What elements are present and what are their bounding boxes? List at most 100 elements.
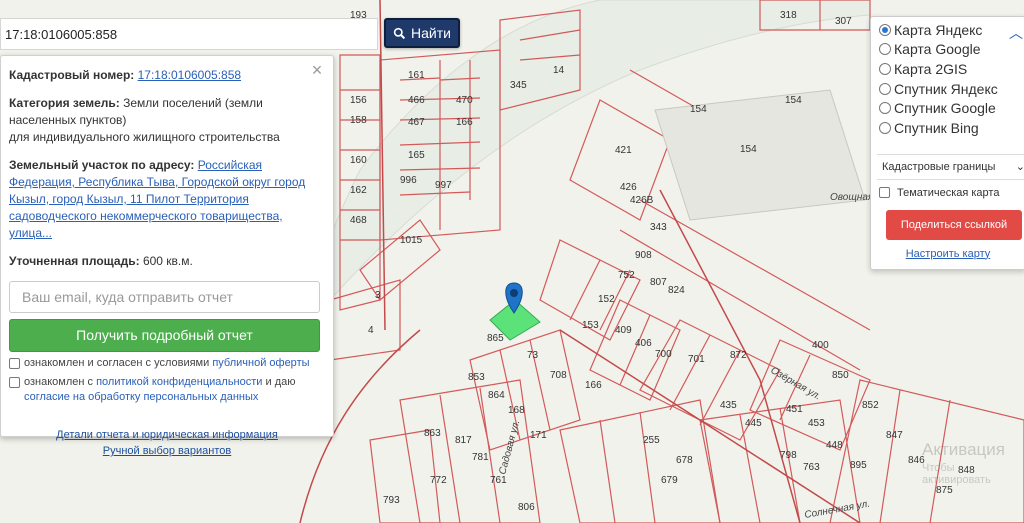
find-button-label: Найти <box>411 25 451 41</box>
map-label: 847 <box>886 430 903 441</box>
layer-option-label: Карта Google <box>894 41 981 58</box>
cadastral-number-link[interactable]: 17:18:0106005:858 <box>138 68 241 82</box>
area-label: Уточненная площадь: <box>9 254 140 268</box>
map-label: 345 <box>510 80 527 91</box>
map-label: 409 <box>615 325 632 336</box>
map-label: 73 <box>527 350 539 361</box>
map-label: 865 <box>487 333 504 344</box>
personal-data-consent-link[interactable]: согласие на обработку персональных данны… <box>24 391 258 403</box>
map-label: 752 <box>618 270 635 281</box>
chevron-down-icon: ⌄ <box>1015 160 1024 173</box>
map-label: 171 <box>530 430 547 441</box>
map-label: 3 <box>375 290 381 301</box>
map-label: 435 <box>720 400 737 411</box>
map-label: 468 <box>350 215 367 226</box>
find-button[interactable]: Найти <box>384 18 460 48</box>
area-row: Уточненная площадь: 600 кв.м. <box>9 253 325 270</box>
map-label: 406 <box>635 338 652 349</box>
cadastral-search-input[interactable] <box>1 19 377 49</box>
radio[interactable] <box>879 82 891 95</box>
map-label: 679 <box>661 475 678 486</box>
map-label: 864 <box>488 390 505 401</box>
map-label: 908 <box>635 250 652 261</box>
map-label: 445 <box>745 418 762 429</box>
map-label: 152 <box>598 294 615 305</box>
map-label: 466 <box>408 95 425 106</box>
map-label: 318 <box>780 10 797 21</box>
layer-option-label: Спутник Яндекс <box>894 80 998 97</box>
layer-option-yandex-map[interactable]: Карта Яндекс <box>879 20 1024 40</box>
report-details-link[interactable]: Детали отчета и юридическая информация <box>9 427 325 443</box>
radio[interactable] <box>879 43 891 56</box>
map-label: 426 <box>620 182 637 193</box>
map-label: 14 <box>553 65 565 76</box>
thematic-map-checkbox[interactable] <box>879 187 890 199</box>
map-label: 160 <box>350 155 367 166</box>
map-label: 154 <box>740 144 757 155</box>
map-label: 154 <box>785 95 802 106</box>
map-label: 426B <box>630 195 654 206</box>
map-label: 807 <box>650 277 667 288</box>
privacy-consent-checkbox[interactable] <box>9 377 20 388</box>
cadastral-label: Кадастровый номер: <box>9 68 135 82</box>
map-label: 863 <box>424 428 441 439</box>
layer-option-label: Спутник Bing <box>894 119 979 136</box>
layer-option-bing-satellite[interactable]: Спутник Bing <box>879 118 1024 138</box>
area-value: 600 кв.м. <box>142 254 193 268</box>
parcel-info-panel: × Кадастровый номер: 17:18:0106005:858 К… <box>0 55 334 457</box>
map-label: 448 <box>826 440 843 451</box>
map-label: 996 <box>400 175 417 186</box>
map-label: 1015 <box>400 235 423 246</box>
activation-watermark: Активация <box>922 440 1005 459</box>
map-label: 875 <box>936 485 953 496</box>
map-label: 162 <box>350 185 367 196</box>
map-label: 154 <box>690 104 707 115</box>
radio-selected[interactable] <box>879 23 891 36</box>
close-icon[interactable]: × <box>309 61 325 79</box>
map-label: 763 <box>803 462 820 473</box>
radio[interactable] <box>879 102 891 115</box>
map-label: 4 <box>368 325 374 336</box>
public-offer-link[interactable]: публичной оферты <box>212 357 309 369</box>
map-label: 853 <box>468 372 485 383</box>
layer-option-label: Спутник Google <box>894 100 996 117</box>
radio[interactable] <box>879 62 891 75</box>
chevron-up-icon[interactable]: ︿ <box>1009 23 1023 43</box>
privacy-policy-link[interactable]: политикой конфиденциальности <box>96 376 262 388</box>
manual-selection-link[interactable]: Ручной выбор вариантов <box>9 443 325 459</box>
search-bar <box>0 18 378 50</box>
cadastral-row: Кадастровый номер: 17:18:0106005:858 <box>9 67 325 84</box>
layer-option-2gis-map[interactable]: Карта 2GIS <box>879 59 1024 79</box>
map-label: 166 <box>585 380 602 391</box>
overlay-select[interactable]: Кадастровые границы ⌄ <box>877 153 1024 180</box>
map-label: 156 <box>350 95 367 106</box>
category-label: Категория земель: <box>9 96 120 110</box>
configure-map-link[interactable]: Настроить карту <box>871 248 1024 260</box>
layer-option-google-map[interactable]: Карта Google <box>879 40 1024 60</box>
search-icon <box>393 27 406 39</box>
get-report-button[interactable]: Получить подробный отчет <box>9 319 320 352</box>
map-label: 708 <box>550 370 567 381</box>
offer-consent-checkbox[interactable] <box>9 358 20 369</box>
map-layers-panel: ︿ Карта Яндекс Карта Google Карта 2GIS С… <box>870 16 1024 270</box>
map-label: 678 <box>676 455 693 466</box>
map-label: 470 <box>456 95 473 106</box>
layer-option-yandex-satellite[interactable]: Спутник Яндекс <box>879 79 1024 99</box>
layer-option-google-satellite[interactable]: Спутник Google <box>879 98 1024 118</box>
map-label: 166 <box>456 117 473 128</box>
map-label: 158 <box>350 115 367 126</box>
layer-option-label: Карта Яндекс <box>894 21 983 38</box>
map-label: 817 <box>455 435 472 446</box>
thematic-map-row[interactable]: Тематическая карта <box>879 187 1024 199</box>
overlay-select-value: Кадастровые границы <box>882 160 996 173</box>
map-label: 852 <box>862 400 879 411</box>
map-label: 161 <box>408 70 425 81</box>
share-link-button[interactable]: Поделиться ссылкой <box>886 209 1022 240</box>
address-row: Земельный участок по адресу: Российская … <box>9 157 325 242</box>
radio[interactable] <box>879 121 891 134</box>
map-label: 781 <box>472 452 489 463</box>
map-label: 343 <box>650 222 667 233</box>
email-field[interactable] <box>9 281 320 313</box>
map-label: 700 <box>655 349 672 360</box>
map-label: 165 <box>408 150 425 161</box>
